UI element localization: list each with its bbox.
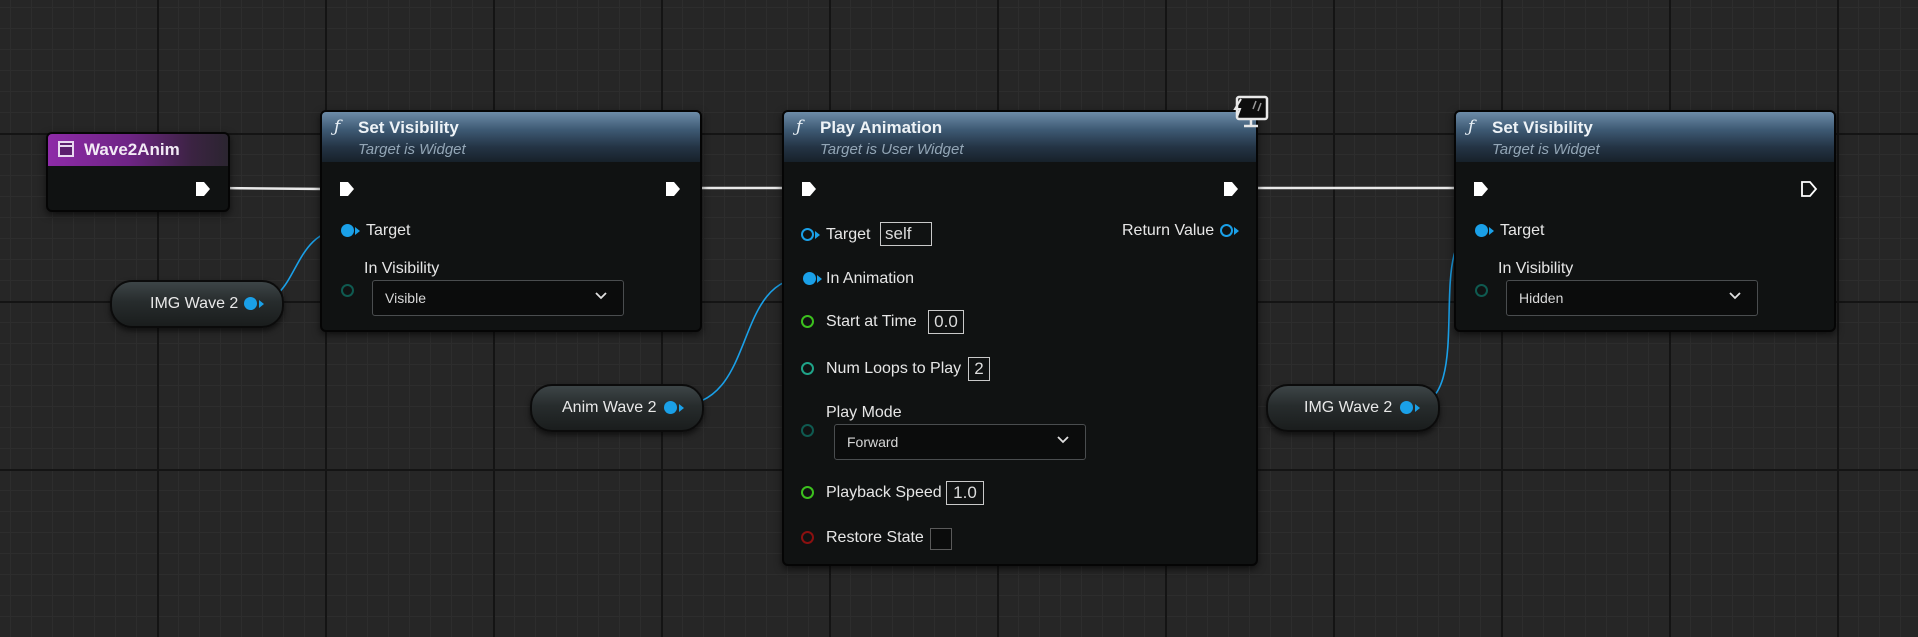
play-mode-dropdown[interactable]: Forward — [834, 424, 1086, 460]
target-pin-label: Target — [1500, 222, 1545, 239]
widget-event-icon — [58, 141, 74, 157]
pin-arrow-icon — [1415, 404, 1420, 412]
num-loops-field[interactable]: 2 — [968, 357, 990, 381]
dropdown-value: Forward — [847, 434, 899, 450]
in-visibility-label: In Visibility — [364, 260, 440, 277]
event-node-wave2anim[interactable]: Wave2Anim — [46, 132, 230, 212]
return-value-label: Return Value — [1122, 222, 1215, 239]
in-animation-pin[interactable] — [803, 272, 816, 285]
pin-arrow-icon — [679, 404, 684, 412]
in-visibility-pin[interactable] — [1475, 284, 1488, 297]
dropdown-value: Hidden — [1519, 290, 1564, 306]
target-pin[interactable] — [341, 224, 354, 237]
target-pin[interactable] — [1475, 224, 1488, 237]
chevron-down-icon — [1729, 292, 1741, 300]
function-icon: ƒ — [796, 117, 803, 137]
exec-out-pin-icon[interactable] — [1800, 180, 1818, 198]
variable-label: IMG Wave 2 — [1304, 399, 1393, 416]
object-output-pin[interactable] — [664, 401, 677, 414]
variable-node-img-wave-left[interactable]: IMG Wave 2 — [110, 280, 284, 328]
monitor-icon — [1233, 95, 1269, 128]
set-visibility-node-1[interactable]: ƒ Set Visibility Target is Widget Target… — [320, 110, 702, 332]
chevron-down-icon — [595, 292, 607, 300]
pin-arrow-icon — [817, 275, 822, 283]
event-node-header: Wave2Anim — [48, 134, 228, 166]
node-title: Set Visibility — [1492, 118, 1593, 137]
pin-arrow-icon — [259, 300, 264, 308]
node-title: Set Visibility — [358, 118, 459, 137]
node-title: Play Animation — [820, 118, 943, 137]
function-icon: ƒ — [1468, 117, 1475, 137]
node-subtitle: Target is User Widget — [820, 141, 964, 158]
play-mode-pin[interactable] — [801, 424, 814, 437]
node-subtitle: Target is Widget — [1492, 141, 1600, 158]
num-loops-pin[interactable] — [801, 362, 814, 375]
in-visibility-dropdown[interactable]: Visible — [372, 280, 624, 316]
pin-arrow-icon — [815, 231, 820, 239]
node-subtitle: Target is Widget — [358, 141, 466, 158]
exec-wire-event-to-setvis1 — [213, 186, 327, 191]
target-pin[interactable] — [801, 228, 814, 241]
exec-in-pin-icon[interactable] — [1472, 180, 1490, 198]
pin-arrow-icon — [1489, 227, 1494, 235]
node-header: ƒ Set Visibility Target is Widget — [1456, 112, 1834, 162]
restore-state-label: Restore State — [826, 529, 924, 546]
variable-node-img-wave-right[interactable]: IMG Wave 2 — [1266, 384, 1440, 432]
in-visibility-dropdown[interactable]: Hidden — [1506, 280, 1758, 316]
variable-label: Anim Wave 2 — [562, 399, 657, 416]
playback-speed-pin[interactable] — [801, 486, 814, 499]
object-output-pin[interactable] — [244, 297, 257, 310]
dropdown-value: Visible — [385, 290, 426, 306]
variable-label: IMG Wave 2 — [150, 295, 239, 312]
start-at-time-pin[interactable] — [801, 315, 814, 328]
in-animation-label: In Animation — [826, 270, 915, 287]
playback-speed-value: 1.0 — [953, 483, 977, 502]
node-header: ƒ Play Animation Target is User Widget — [784, 112, 1256, 162]
target-pin-label: Target — [366, 222, 411, 239]
restore-state-checkbox[interactable] — [930, 528, 952, 550]
num-loops-label: Num Loops to Play — [826, 360, 962, 377]
event-node-title: Wave2Anim — [84, 140, 180, 159]
exec-in-pin-icon[interactable] — [338, 180, 356, 198]
chevron-down-icon — [1057, 436, 1069, 444]
num-loops-value: 2 — [974, 359, 984, 378]
exec-out-pin-icon[interactable] — [664, 180, 682, 198]
play-mode-label: Play Mode — [826, 404, 902, 421]
playback-speed-label: Playback Speed — [826, 484, 942, 501]
node-header: ƒ Set Visibility Target is Widget — [322, 112, 700, 162]
start-at-time-field[interactable]: 0.0 — [928, 310, 964, 334]
object-output-pin[interactable] — [1400, 401, 1413, 414]
restore-state-pin[interactable] — [801, 531, 814, 544]
exec-in-pin-icon[interactable] — [800, 180, 818, 198]
exec-out-pin-icon[interactable] — [194, 180, 212, 198]
play-animation-node[interactable]: ƒ Play Animation Target is User Widget T… — [782, 110, 1258, 566]
exec-out-pin-icon[interactable] — [1222, 180, 1240, 198]
pin-arrow-icon — [355, 227, 360, 235]
variable-node-anim-wave[interactable]: Anim Wave 2 — [530, 384, 704, 432]
set-visibility-node-2[interactable]: ƒ Set Visibility Target is Widget Target… — [1454, 110, 1836, 332]
in-visibility-label: In Visibility — [1498, 260, 1574, 277]
playback-speed-field[interactable]: 1.0 — [946, 481, 984, 505]
target-default-value: self — [885, 224, 912, 243]
target-default-field[interactable]: self — [880, 222, 932, 246]
in-visibility-pin[interactable] — [341, 284, 354, 297]
target-pin-label: Target — [826, 226, 871, 243]
return-value-pin[interactable] — [1220, 224, 1233, 237]
pin-arrow-icon — [1234, 227, 1239, 235]
function-icon: ƒ — [334, 117, 341, 137]
start-at-time-value: 0.0 — [934, 312, 958, 331]
start-at-time-label: Start at Time — [826, 313, 917, 330]
